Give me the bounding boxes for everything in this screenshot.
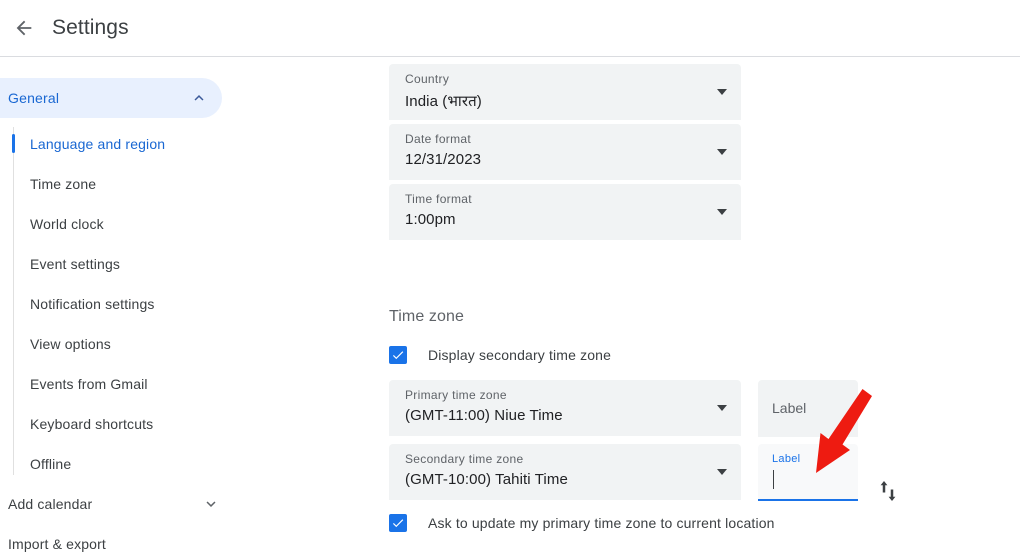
sidebar-item-import-export[interactable]: Import & export [0,524,310,558]
checkmark-icon [392,519,404,528]
sidebar-item-label: Offline [30,456,72,472]
sidebar-item-language-and-region[interactable]: Language and region [0,124,310,164]
sidebar-item-view-options[interactable]: View options [0,324,310,364]
sidebar-item-label: View options [30,336,111,352]
date-format-label: Date format [405,132,471,146]
sidebar-item-world-clock[interactable]: World clock [0,204,310,244]
secondary-timezone-value: (GMT-10:00) Tahiti Time [405,471,568,488]
sidebar-item-time-zone[interactable]: Time zone [0,164,310,204]
primary-label-placeholder: Label [772,400,807,416]
primary-timezone-select[interactable]: Primary time zone (GMT-11:00) Niue Time [389,380,741,436]
swap-timezones-button[interactable] [876,476,900,506]
ask-update-timezone-checkbox-row[interactable]: Ask to update my primary time zone to cu… [389,514,775,532]
sidebar-item-label: World clock [30,216,104,232]
back-button[interactable] [4,8,44,48]
sidebar-group-general[interactable]: General [0,78,222,118]
sidebar-item-events-from-gmail[interactable]: Events from Gmail [0,364,310,404]
sidebar-item-label: Language and region [30,136,166,152]
date-format-value: 12/31/2023 [405,151,482,168]
sidebar-item-event-settings[interactable]: Event settings [0,244,310,284]
sidebar-item-notification-settings[interactable]: Notification settings [0,284,310,324]
page-title: Settings [52,16,129,39]
caret-down-icon [717,149,727,155]
secondary-timezone-select[interactable]: Secondary time zone (GMT-10:00) Tahiti T… [389,444,741,500]
primary-timezone-label-input[interactable]: Label [758,380,858,437]
sidebar-subnav: Language and region Time zone World cloc… [0,124,310,484]
primary-timezone-value: (GMT-11:00) Niue Time [405,407,563,424]
caret-down-icon [717,469,727,475]
ask-update-timezone-checkbox[interactable] [389,514,407,532]
sidebar-item-label: Events from Gmail [30,376,148,392]
chevron-up-icon [190,89,208,107]
time-format-label: Time format [405,192,472,206]
caret-down-icon [717,209,727,215]
sidebar-group-label: General [8,90,60,106]
settings-content: Country India (भारत) Date format 12/31/2… [310,57,1020,558]
time-format-select[interactable]: Time format 1:00pm [389,184,741,240]
secondary-timezone-label: Secondary time zone [405,452,524,466]
display-secondary-timezone-checkbox-row[interactable]: Display secondary time zone [389,346,611,364]
arrow-back-icon [16,20,32,36]
country-select-value: India (भारत) [405,93,482,110]
caret-down-icon [717,405,727,411]
time-format-value: 1:00pm [405,211,456,228]
sidebar-item-label: Add calendar [8,496,93,512]
display-secondary-timezone-checkbox[interactable] [389,346,407,364]
secondary-timezone-label-input[interactable]: Label [758,444,858,501]
sidebar-item-label: Keyboard shortcuts [30,416,154,432]
date-format-select[interactable]: Date format 12/31/2023 [389,124,741,180]
ask-update-timezone-label: Ask to update my primary time zone to cu… [428,515,775,531]
secondary-label-floating-label: Label [772,453,801,465]
sidebar-item-label: Event settings [30,256,121,272]
top-app-bar: Settings [0,0,1020,57]
text-cursor [773,470,774,489]
sidebar-item-add-calendar[interactable]: Add calendar [0,484,310,524]
caret-down-icon [717,89,727,95]
sidebar-item-label: Notification settings [30,296,155,312]
settings-page: Settings General Language and region Tim… [0,0,1020,558]
primary-timezone-label: Primary time zone [405,388,507,402]
sidebar-item-label: Import & export [8,536,106,552]
country-select[interactable]: Country India (भारत) [389,64,741,120]
sidebar-item-offline[interactable]: Offline [0,444,310,484]
timezone-section-title: Time zone [389,308,465,325]
chevron-down-icon [202,495,220,513]
sidebar: General Language and region Time zone Wo… [0,57,310,558]
sidebar-item-label: Time zone [30,176,97,192]
sidebar-item-keyboard-shortcuts[interactable]: Keyboard shortcuts [0,404,310,444]
swap-vertical-icon [880,481,896,501]
display-secondary-timezone-label: Display secondary time zone [428,347,612,363]
country-select-label: Country [405,72,450,86]
checkmark-icon [392,351,404,360]
